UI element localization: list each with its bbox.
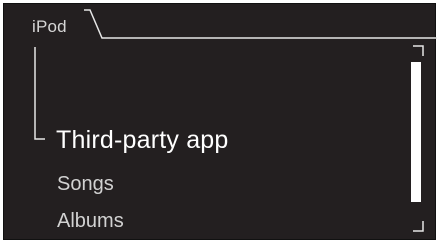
- source-tab-label[interactable]: iPod: [32, 17, 67, 37]
- scroll-bracket-top: [413, 45, 424, 56]
- scroll-thumb[interactable]: [411, 62, 421, 202]
- tab-outline: [84, 9, 437, 39]
- menu-item-third-party-app[interactable]: Third-party app: [56, 126, 229, 155]
- scroll-bracket-bottom: [413, 221, 424, 232]
- ipod-menu-screen: iPod Third-party app Songs Albums: [3, 3, 437, 240]
- tab-and-hierarchy-lines: [34, 9, 437, 232]
- menu-item-songs[interactable]: Songs: [57, 173, 114, 196]
- hierarchy-connector: [34, 47, 45, 140]
- menu-item-albums[interactable]: Albums: [57, 210, 124, 233]
